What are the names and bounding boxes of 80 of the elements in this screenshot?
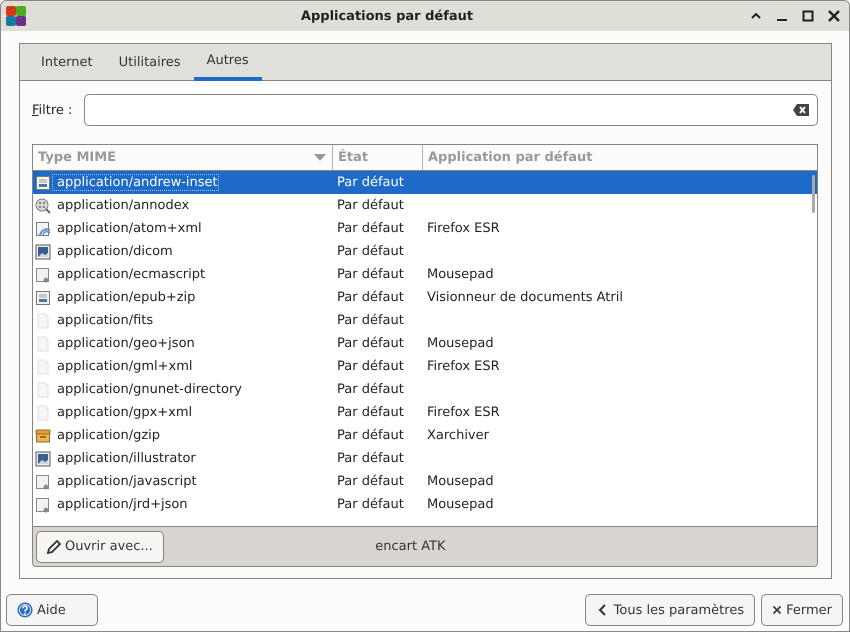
close-icon [772,605,782,615]
state-cell-text: Par défaut [336,451,405,466]
application-cell-text: Mousepad [426,474,495,489]
table-row[interactable]: application/epub+zip Par défaut Visionneur de documents Atril [33,286,817,309]
table-row[interactable]: application/atom+xml Par défaut Firefox ESR [33,217,817,240]
state-cell-text: Par défaut [336,497,405,512]
table-row[interactable]: application/annodex Par défaut [33,194,817,217]
application-cell-text: Mousepad [426,497,495,512]
state-cell-text: Par défaut [336,336,405,351]
mime-type-cell-text: application/dicom [56,244,173,259]
filter-field[interactable] [84,94,818,126]
script-file-icon [35,496,51,512]
table-row[interactable]: application/gml+xml Par défaut Firefox ESR [33,355,817,378]
sort-caret-icon [314,154,326,162]
tab[interactable]: Autres [194,44,262,81]
script-file-icon [35,474,51,490]
mime-type-cell-text: application/gpx+xml [56,405,192,420]
table-row[interactable]: application/gzip Par défaut Xarchiver [33,424,817,447]
status-text: encart ATK [374,539,447,554]
table-row[interactable]: application/dicom Par défaut [33,240,817,263]
archive-icon [35,428,51,444]
application-cell-text: Firefox ESR [426,359,501,374]
image-icon [35,244,51,260]
mime-type-cell: application/andrew-inset [53,175,218,190]
application-cell-text: Firefox ESR [426,405,501,420]
mime-type-cell-text: application/annodex [56,198,190,213]
state-cell-text: Par défaut [336,290,405,305]
magnifier-icon [35,198,51,214]
app-logo-icon [5,5,27,27]
state-cell-text: Par défaut [336,198,405,213]
mime-type-cell-text: application/fits [56,313,154,328]
table-row[interactable]: application/andrew-inset Par défaut [33,171,817,194]
script-file-icon [35,266,51,282]
table-row[interactable]: application/fits Par défaut [33,309,817,332]
mime-type-cell-text: application/gml+xml [56,359,192,374]
state-cell-text: Par défaut [336,313,405,328]
state-cell-text: Par défaut [336,175,405,190]
application-cell-text: Xarchiver [426,428,490,443]
table-row[interactable]: application/jrd+json Par défaut Mousepad [33,493,817,516]
state-cell-text: Par défaut [336,221,405,236]
mime-type-cell-text: application/javascript [56,474,197,489]
scrollbar[interactable] [812,175,815,213]
clear-icon[interactable] [793,104,809,116]
mime-type-cell-text: application/ecmascript [56,267,206,282]
mime-type-cell-text: application/gnunet-directory [56,382,242,397]
table-row[interactable]: application/ecmascript Par défaut Mousepad [33,263,817,286]
pencil-icon [47,540,61,554]
mime-type-cell-text: application/illustrator [56,451,196,466]
state-cell-text: Par défaut [336,382,405,397]
document-icon [35,174,51,190]
tab[interactable]: Utilitaires [106,44,194,80]
state-cell-text: Par défaut [336,359,405,374]
mime-type-cell-text: application/gzip [56,428,160,443]
state-cell-text: Par défaut [336,267,405,282]
table-row[interactable]: application/javascript Par défaut Mousepad [33,470,817,493]
state-cell-text: Par défaut [336,244,405,259]
open-with-button[interactable]: Ouvrir avec... [36,530,164,562]
state-cell-text: Par défaut [336,474,405,489]
mime-type-cell-text: application/epub+zip [56,290,196,305]
filter-label: Filtre : [32,102,72,118]
state-cell-text: Par défaut [336,405,405,420]
table-row[interactable]: application/illustrator Par défaut [33,447,817,470]
application-cell-text: Firefox ESR [426,221,501,236]
mime-type-cell-text: application/geo+json [56,336,195,351]
state-cell-text: Par défaut [336,428,405,443]
image-icon [35,450,51,466]
tab[interactable]: Internet [28,44,106,80]
table-row[interactable]: application/gnunet-directory Par défaut [33,378,817,401]
mime-type-cell-text: application/jrd+json [56,497,188,512]
close-button[interactable]: Fermer [761,594,843,626]
mime-type-cell-text: application/atom+xml [56,221,202,236]
help-icon [17,602,33,618]
application-cell-text: Mousepad [426,267,495,282]
table-row[interactable]: application/gpx+xml Par défaut Firefox ESR [33,401,817,424]
all-settings-button[interactable]: Tous les paramètres [584,594,756,626]
application-cell-text: Visionneur de documents Atril [426,290,624,305]
table-row[interactable]: application/geo+json Par défaut Mousepad [33,332,817,355]
application-cell-text: Mousepad [426,336,495,351]
window-title: Applications par défaut [300,8,474,24]
help-button[interactable]: Aide [6,594,98,626]
